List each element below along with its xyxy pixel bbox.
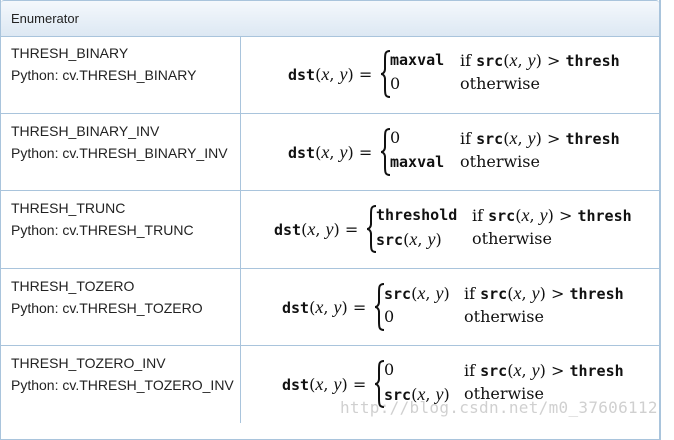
thresh-text: thresh [565, 52, 620, 70]
dst-fn: dst [288, 144, 316, 162]
python-name: Python: cv.THRESH_TOZERO [11, 300, 203, 316]
cond-fn: src [480, 362, 508, 380]
case-condition: if src(x, y) > thresh [472, 205, 632, 225]
case-condition: otherwise [460, 150, 540, 174]
enum-name: THRESH_TOZERO_INV [11, 355, 166, 371]
case-condition: if src(x, y) > thresh [464, 283, 624, 303]
enum-name-cell: THRESH_TOZERO Python: cv.THRESH_TOZERO [1, 269, 241, 346]
otherwise-text: otherwise [464, 307, 544, 326]
enum-name: THRESH_TRUNC [11, 200, 126, 216]
case-value: 0 [384, 358, 394, 382]
value-text: maxval [390, 51, 445, 69]
cond-fn: src [480, 285, 508, 303]
value-text: 0 [390, 74, 401, 93]
formula-lhs: dst(x, y) = [274, 219, 359, 239]
case-value: src(x, y) [376, 229, 442, 249]
case-value: maxval [390, 48, 444, 72]
formula-cell: dst(x, y) = maxval if src(x, y) > thresh 0… [242, 36, 660, 113]
formula-lhs: dst(x, y) = [288, 142, 373, 162]
enum-name-cell: THRESH_TRUNC Python: cv.THRESH_TRUNC [1, 191, 241, 268]
python-name: Python: cv.THRESH_TRUNC [11, 222, 194, 238]
enum-name-cell: THRESH_TOZERO_INV Python: cv.THRESH_TOZER… [1, 346, 241, 423]
thresh-text: thresh [577, 207, 632, 225]
enum-name: THRESH_BINARY [11, 45, 129, 61]
case-condition: otherwise [472, 227, 552, 251]
otherwise-text: otherwise [472, 229, 552, 248]
case-value: 0 [384, 305, 394, 329]
enum-name-cell: THRESH_BINARY_INV Python: cv.THRESH_BINAR… [1, 114, 241, 191]
watermark: http://blog.csdn.net/m0_37606112 [340, 398, 658, 417]
value-text: 0 [390, 128, 401, 147]
enum-name-cell: THRESH_BINARY Python: cv.THRESH_BINARY [1, 36, 241, 113]
value-text: 0 [384, 360, 395, 379]
value-text: maxval [390, 153, 445, 171]
python-name: Python: cv.THRESH_TOZERO_INV [11, 377, 234, 393]
value-text: threshold [376, 206, 458, 224]
dst-fn: dst [274, 221, 302, 239]
table-row: THRESH_BINARY_INV Python: cv.THRESH_BINAR… [1, 113, 660, 191]
case-condition: if src(x, y) > thresh [460, 50, 620, 70]
enumerator-table: Enumerator THRESH_BINARY Python: cv.THRES… [0, 0, 661, 440]
case-condition: if src(x, y) > thresh [464, 360, 624, 380]
thresh-text: thresh [569, 285, 624, 303]
case-condition: otherwise [464, 305, 544, 329]
otherwise-text: otherwise [460, 74, 540, 93]
cond-fn: src [476, 52, 504, 70]
thresh-text: thresh [569, 362, 624, 380]
cond-fn: src [476, 130, 504, 148]
thresh-text: thresh [565, 130, 620, 148]
dst-fn: dst [288, 66, 316, 84]
enum-name: THRESH_TOZERO [11, 278, 135, 294]
enum-name: THRESH_BINARY_INV [11, 123, 160, 139]
value-text: 0 [384, 307, 395, 326]
dst-fn: dst [282, 299, 310, 317]
formula-cell: dst(x, y) = src(x, y) if src(x, y) > thre… [242, 269, 660, 346]
dst-fn: dst [282, 376, 310, 394]
formula-cell: dst(x, y) = 0 if src(x, y) > thresh maxval… [242, 114, 660, 191]
table-row: THRESH_BINARY Python: cv.THRESH_BINARY dst… [1, 36, 660, 113]
case-value: 0 [390, 72, 400, 96]
table-row: THRESH_TRUNC Python: cv.THRESH_TRUNC dst(x… [1, 190, 660, 268]
table-row: THRESH_TOZERO Python: cv.THRESH_TOZERO dst… [1, 268, 660, 346]
formula-cell: dst(x, y) = threshold if src(x, y) > thre… [242, 191, 660, 268]
python-name: Python: cv.THRESH_BINARY_INV [11, 145, 228, 161]
case-value: 0 [390, 126, 400, 150]
formula-lhs: dst(x, y) = [282, 297, 367, 317]
case-value: src(x, y) [384, 283, 450, 303]
cond-fn: src [488, 207, 516, 225]
table-header: Enumerator [1, 0, 659, 37]
case-condition: otherwise [460, 72, 540, 96]
otherwise-text: otherwise [460, 152, 540, 171]
formula-lhs: dst(x, y) = [288, 64, 373, 84]
python-name: Python: cv.THRESH_BINARY [11, 67, 197, 83]
value-fn: src [376, 231, 404, 249]
value-fn: src [384, 285, 412, 303]
case-condition: if src(x, y) > thresh [460, 128, 620, 148]
case-value: threshold [376, 203, 457, 227]
case-value: maxval [390, 150, 444, 174]
